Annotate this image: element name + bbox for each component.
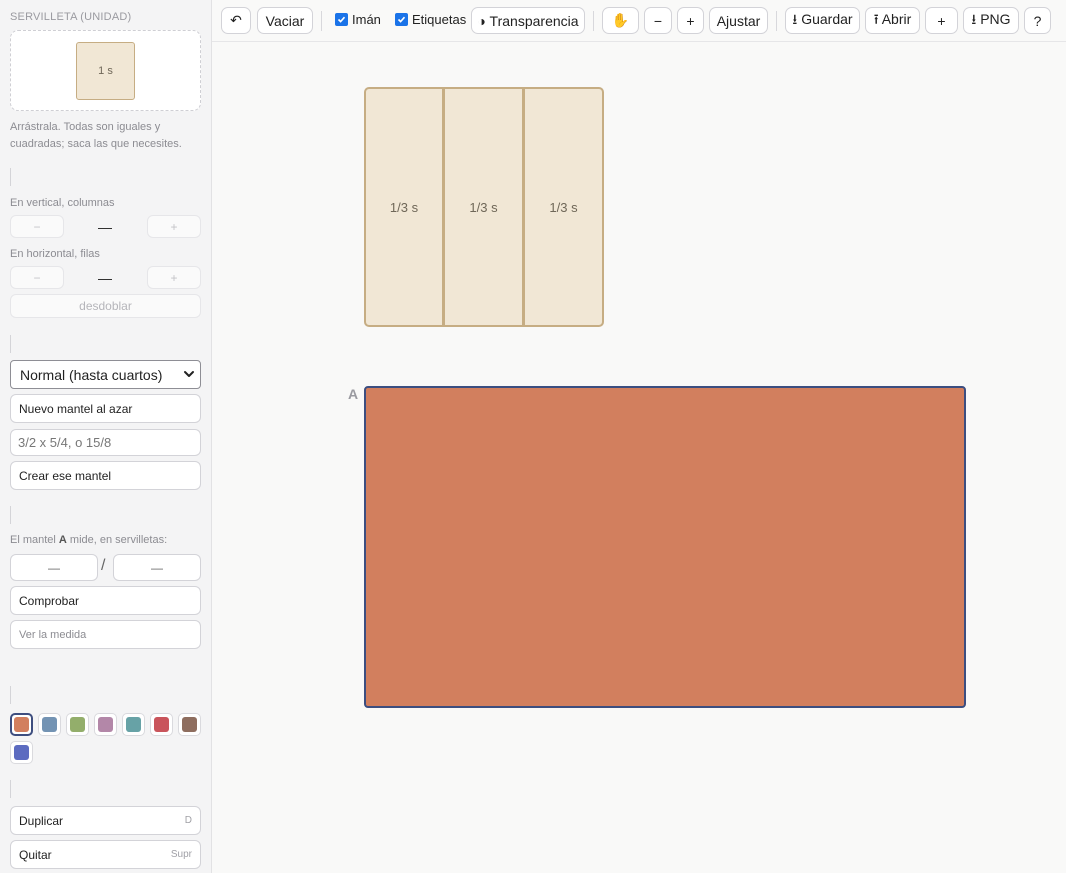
save-button[interactable]: ⭳ Guardar [785, 7, 860, 34]
columns-decrement-button[interactable]: − [10, 215, 64, 238]
see-measure-button[interactable]: Ver la medida [10, 620, 201, 649]
labels-toggle[interactable]: Etiquetas [395, 12, 466, 27]
section-divider [10, 506, 11, 524]
random-tablecloth-button[interactable]: Nuevo mantel al azar [10, 394, 201, 423]
section-divider [10, 335, 11, 353]
fit-button[interactable]: Ajustar [709, 7, 768, 34]
color-swatch[interactable] [10, 713, 33, 736]
check-button[interactable]: Comprobar [10, 586, 201, 615]
section-divider [10, 780, 11, 798]
color-swatch[interactable] [94, 713, 117, 736]
toolbar-divider [321, 11, 322, 31]
columns-value: — [98, 219, 112, 235]
color-swatch[interactable] [66, 713, 89, 736]
fraction-slash: / [101, 557, 106, 574]
duplicate-button[interactable]: Duplicar D [10, 806, 201, 835]
columns-increment-button[interactable]: + [147, 215, 201, 238]
remove-label: Quitar [19, 847, 52, 862]
export-png-button[interactable]: ⭳ PNG [963, 7, 1019, 34]
sidebar: SERVILLETA (UNIDAD) 1 s Arrástrala. Toda… [0, 0, 212, 873]
napkin-strip[interactable]: 1/3 s [524, 87, 604, 327]
remove-button[interactable]: Quitar Supr [10, 840, 201, 869]
undo-button[interactable]: ↶ [221, 7, 251, 34]
create-tablecloth-button[interactable]: Crear ese mantel [10, 461, 201, 490]
rows-decrement-button[interactable]: − [10, 266, 64, 289]
rows-increment-button[interactable]: + [147, 266, 201, 289]
toolbar-divider [776, 11, 777, 31]
section-divider [10, 686, 11, 704]
new-button[interactable]: + [925, 7, 958, 34]
unfold-button[interactable]: desdoblar [10, 294, 201, 318]
napkin-strip[interactable]: 1/3 s [364, 87, 444, 327]
rows-value: — [98, 270, 112, 286]
magnet-toggle[interactable]: Imán [335, 12, 381, 27]
hand-icon: ✋ [611, 12, 630, 28]
remove-shortcut: Supr [170, 849, 192, 860]
tablecloth-a[interactable] [364, 386, 966, 708]
napkin-help-text: Arrástrala. Todas son iguales y cuadrada… [10, 121, 182, 150]
magnet-checkbox[interactable] [335, 13, 348, 26]
napkin-section-title: SERVILLETA (UNIDAD) [10, 11, 132, 23]
help-button[interactable]: ? [1024, 7, 1051, 34]
zoom-out-button[interactable]: − [644, 7, 672, 34]
measure-prompt: El mantel A mide, en servilletas: [10, 534, 168, 546]
magnet-label: Imán [352, 12, 381, 27]
open-button[interactable]: ⭱ Abrir [865, 7, 920, 34]
color-swatch[interactable] [150, 713, 173, 736]
toolbar: ↶ Vaciar Imán Etiquetas ◑ Transparencia … [212, 0, 1066, 42]
chevron-down-icon [184, 371, 194, 377]
duplicate-label: Duplicar [19, 813, 64, 828]
duplicate-shortcut: D [184, 815, 192, 826]
measure-denominator-input[interactable]: — [113, 554, 201, 581]
columns-label: En vertical, columnas [10, 197, 115, 209]
difficulty-select-value: Normal (hasta cuartos) [20, 366, 163, 383]
custom-tablecloth-input[interactable]: 3/2 x 5/4, o 15/8 [10, 429, 201, 456]
rows-label: En horizontal, filas [10, 248, 100, 260]
clear-button[interactable]: Vaciar [257, 7, 313, 34]
difficulty-select[interactable]: Normal (hasta cuartos) [10, 360, 201, 389]
zoom-in-button[interactable]: + [677, 7, 704, 34]
color-swatch[interactable] [10, 741, 33, 764]
toolbar-divider [593, 11, 594, 31]
section-divider [10, 168, 11, 186]
napkin-unit-tile[interactable]: 1 s [76, 42, 135, 100]
tablecloth-label: A [348, 386, 359, 402]
color-swatch[interactable] [122, 713, 145, 736]
undo-icon: ↶ [230, 12, 242, 28]
measure-numerator-input[interactable]: — [10, 554, 98, 581]
labels-checkbox[interactable] [395, 13, 408, 26]
napkin-source-area: 1 s [10, 30, 201, 111]
napkin-strip[interactable]: 1/3 s [444, 87, 524, 327]
labels-label: Etiquetas [412, 12, 467, 27]
color-swatch[interactable] [38, 713, 61, 736]
color-swatch[interactable] [178, 713, 201, 736]
transparency-button[interactable]: ◑ Transparencia [471, 7, 585, 34]
pan-button[interactable]: ✋ [602, 7, 639, 34]
